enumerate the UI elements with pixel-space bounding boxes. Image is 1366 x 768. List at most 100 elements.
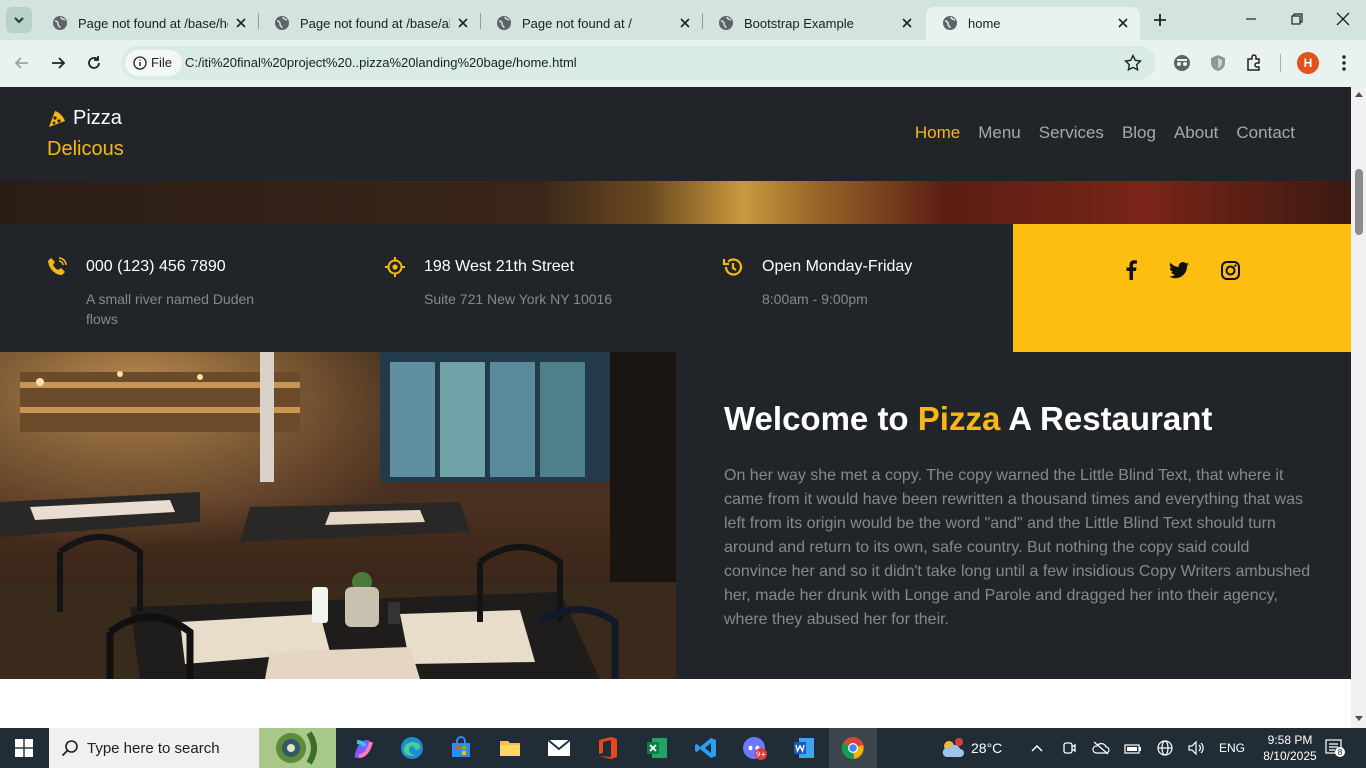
- toolbar-divider: [1280, 54, 1281, 72]
- search-placeholder: Type here to search: [87, 740, 220, 757]
- globe-icon: [497, 16, 511, 30]
- office-app[interactable]: [594, 734, 622, 762]
- network-tray[interactable]: [1154, 728, 1176, 768]
- triangle-down-icon: [1354, 716, 1363, 721]
- profile-avatar[interactable]: H: [1297, 52, 1319, 74]
- contact-info-bar: 000 (123) 456 7890 A small river named D…: [0, 224, 1351, 352]
- browser-tab-bar: Page not found at /base/ho Page not foun…: [0, 0, 1366, 40]
- about-title-post: A Restaurant: [1000, 400, 1213, 437]
- brand-line-1: Pizza: [73, 107, 122, 129]
- battery-icon: [1124, 744, 1141, 754]
- minimize-icon: [1246, 18, 1256, 20]
- shield-icon: [1211, 55, 1225, 71]
- nav-link-blog[interactable]: Blog: [1122, 123, 1156, 143]
- close-icon[interactable]: [900, 16, 914, 30]
- reload-button[interactable]: [83, 52, 105, 74]
- nav-link-contact[interactable]: Contact: [1236, 123, 1295, 143]
- browser-tab[interactable]: Page not found at /base/ho: [36, 7, 258, 40]
- word-icon: [794, 738, 814, 758]
- excel-app[interactable]: [643, 734, 671, 762]
- close-icon[interactable]: [456, 16, 470, 30]
- nav-link-menu[interactable]: Menu: [978, 123, 1021, 143]
- taskbar-search[interactable]: Type here to search: [49, 728, 336, 768]
- store-app[interactable]: [447, 734, 475, 762]
- extension-button[interactable]: [1207, 52, 1229, 74]
- chrome-icon: [841, 737, 864, 760]
- browser-menu-button[interactable]: [1333, 52, 1355, 74]
- info-icon: [133, 56, 147, 70]
- battery-tray[interactable]: [1122, 728, 1144, 768]
- forward-button[interactable]: [47, 52, 69, 74]
- tab-search-button[interactable]: [6, 7, 32, 33]
- globe-icon: [943, 16, 957, 30]
- site-info-chip[interactable]: File: [125, 50, 182, 76]
- address-bar[interactable]: File C:/iti%20final%20project%20..pizza%…: [121, 46, 1156, 80]
- brand-logo[interactable]: Pizza Delicous: [47, 107, 124, 161]
- browser-tab[interactable]: Page not found at /base/abo: [258, 7, 480, 40]
- mail-app[interactable]: [545, 734, 573, 762]
- info-subtitle: A small river named Duden flows: [86, 291, 255, 327]
- back-button[interactable]: [11, 52, 33, 74]
- nav-link-services[interactable]: Services: [1039, 123, 1104, 143]
- excel-icon: [647, 738, 667, 758]
- temperature[interactable]: 28°C: [971, 740, 1002, 756]
- vscode-app[interactable]: [692, 734, 720, 762]
- nav-link-about[interactable]: About: [1174, 123, 1218, 143]
- facebook-link[interactable]: [1120, 259, 1142, 281]
- browser-tab[interactable]: Page not found at /: [480, 7, 702, 40]
- nav-link-home[interactable]: Home: [915, 123, 960, 143]
- camera-tray[interactable]: [1058, 728, 1080, 768]
- weather-widget[interactable]: [938, 728, 968, 768]
- chevron-up-icon: [1031, 744, 1043, 752]
- close-icon[interactable]: [234, 16, 248, 30]
- scroll-up-arrow[interactable]: [1354, 90, 1363, 99]
- close-window-button[interactable]: [1332, 8, 1354, 30]
- notification-center[interactable]: 8: [1324, 728, 1346, 768]
- volume-tray[interactable]: [1185, 728, 1207, 768]
- bookmark-star-icon[interactable]: [1124, 54, 1142, 72]
- chrome-app-active[interactable]: [829, 728, 877, 768]
- about-title-highlight: Pizza: [917, 400, 1001, 437]
- globe-icon: [1157, 740, 1173, 756]
- clock[interactable]: 9:58 PM 8/10/2025: [1255, 732, 1325, 764]
- copilot-app[interactable]: [349, 734, 377, 762]
- restaurant-photo: [0, 352, 676, 679]
- cloud-off-icon: [1092, 741, 1110, 755]
- url-text[interactable]: C:/iti%20final%20project%20..pizza%20lan…: [185, 55, 577, 70]
- extensions-button[interactable]: [1243, 52, 1265, 74]
- info-title: 198 West 21th Street: [424, 258, 575, 275]
- word-app[interactable]: [790, 734, 818, 762]
- vscode-icon: [695, 738, 716, 758]
- puzzle-icon: [1247, 54, 1260, 71]
- extension-button[interactable]: [1171, 52, 1193, 74]
- info-subtitle: Suite 721 New York NY 10016: [424, 291, 613, 307]
- windows-logo-icon: [15, 739, 33, 757]
- instagram-link[interactable]: [1219, 259, 1241, 281]
- new-tab-button[interactable]: [1150, 10, 1170, 30]
- page-scrollbar[interactable]: [1351, 87, 1366, 728]
- scrollbar-thumb[interactable]: [1355, 169, 1363, 235]
- about-section: Welcome to Pizza A Restaurant On her way…: [0, 352, 1351, 679]
- minimize-button[interactable]: [1240, 8, 1262, 30]
- show-hidden-icons[interactable]: [1026, 728, 1048, 768]
- edge-app[interactable]: [398, 734, 426, 762]
- discord-badge: 9+: [756, 751, 766, 759]
- restore-button[interactable]: [1286, 8, 1308, 30]
- close-icon[interactable]: [1116, 16, 1130, 30]
- info-title: 000 (123) 456 7890: [86, 258, 226, 275]
- arrow-left-icon: [14, 57, 28, 69]
- start-button[interactable]: [0, 728, 48, 768]
- tab-title: Bootstrap Example: [744, 16, 854, 31]
- scroll-down-arrow[interactable]: [1354, 714, 1363, 723]
- file-explorer-app[interactable]: [496, 734, 524, 762]
- twitter-link[interactable]: [1168, 259, 1190, 281]
- browser-tab-active[interactable]: home: [926, 7, 1140, 40]
- onedrive-tray[interactable]: [1090, 728, 1112, 768]
- discord-app[interactable]: 9+: [741, 734, 769, 762]
- input-language[interactable]: ENG: [1219, 741, 1245, 755]
- browser-tab[interactable]: Bootstrap Example: [702, 7, 924, 40]
- tab-title: home: [968, 16, 1001, 31]
- close-icon[interactable]: [678, 16, 692, 30]
- hero-image: [0, 181, 1351, 224]
- restore-icon: [1291, 13, 1303, 25]
